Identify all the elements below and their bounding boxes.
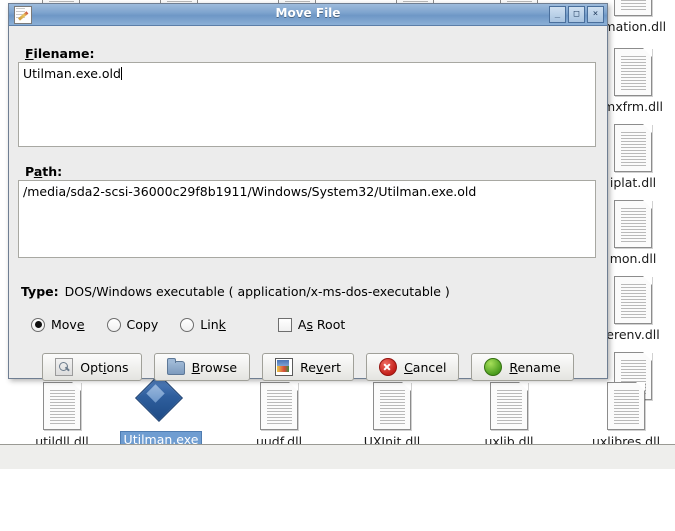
checkbox-as-root[interactable] (277, 317, 292, 332)
text-caret (120, 67, 122, 80)
document-icon (578, 378, 674, 430)
path-label: Path: (25, 164, 63, 179)
rename-button[interactable]: Rename (471, 353, 574, 381)
file-label: imation.dll (599, 19, 667, 34)
folder-icon (166, 358, 185, 375)
radio-move[interactable] (31, 317, 45, 332)
revert-button-label: Revert (300, 359, 342, 375)
document-icon (344, 378, 440, 430)
document-icon (231, 378, 327, 430)
file-item-utildll[interactable]: utildll.dll (14, 378, 110, 450)
option-link-label: Link (200, 317, 226, 332)
desktop-area (0, 469, 675, 531)
pencil-document-icon (14, 5, 32, 24)
file-type-value: DOS/Windows executable ( application/x-m… (64, 284, 450, 299)
option-as-root[interactable]: As Root (277, 317, 346, 332)
cancel-button[interactable]: Cancel (366, 353, 460, 381)
file-item-uxinit[interactable]: UXInit.dll (344, 378, 440, 450)
file-type-label: Type: (21, 284, 59, 299)
rename-button-label: Rename (509, 359, 561, 375)
file-item-utilman[interactable]: Utilman.exe (113, 373, 209, 448)
option-copy[interactable]: Copy (106, 317, 159, 332)
gem-icon (113, 373, 209, 428)
document-icon (14, 378, 110, 430)
browse-button[interactable]: Browse (153, 353, 251, 381)
file-manager-status-strip (0, 444, 675, 470)
operation-options: Move Copy Link As Root (31, 317, 367, 332)
close-button[interactable]: × (587, 6, 604, 23)
document-icon (461, 378, 557, 430)
option-link[interactable]: Link (180, 317, 226, 332)
file-label: erenv.dll (606, 327, 660, 342)
minimize-button[interactable]: _ (549, 6, 566, 23)
file-item-uudf[interactable]: uudf.dll (231, 378, 327, 450)
window-controls: _ □ × (549, 6, 604, 23)
revert-image-icon (275, 358, 294, 376)
maximize-button[interactable]: □ (568, 6, 585, 23)
revert-button[interactable]: Revert (262, 353, 355, 381)
option-move[interactable]: Move (31, 317, 85, 332)
browse-button-label: Browse (191, 359, 238, 375)
dialog-body: Filename: Utilman.exe.old Path: /media/s… (9, 26, 607, 381)
file-label: mon.dll (609, 251, 657, 266)
screen: imation.dll mxfrm.dll iplat.dll mon.dll … (0, 0, 675, 531)
path-input[interactable]: /media/sda2-scsi-36000c29f8b1911/Windows… (18, 180, 596, 258)
filename-value: Utilman.exe.old (23, 66, 121, 81)
options-button[interactable]: Options (42, 353, 142, 381)
filename-label: Filename: (25, 46, 95, 61)
radio-link[interactable] (180, 317, 195, 332)
green-circle-icon (484, 358, 503, 376)
magnifier-options-icon (55, 358, 74, 376)
file-type-row: Type: DOS/Windows executable ( applicatio… (21, 284, 450, 299)
file-label: iplat.dll (609, 175, 657, 190)
dialog-titlebar[interactable]: Move File _ □ × (9, 4, 607, 26)
cancel-button-label: Cancel (404, 359, 447, 375)
red-x-circle-icon (379, 358, 398, 376)
dialog-title: Move File (275, 6, 341, 20)
radio-copy[interactable] (106, 317, 121, 332)
file-item-uxlib[interactable]: uxlib.dll (461, 378, 557, 450)
options-button-label: Options (80, 359, 129, 375)
move-file-dialog: Move File _ □ × Filename: Utilman.exe.ol… (8, 3, 608, 381)
filename-input[interactable]: Utilman.exe.old (18, 62, 596, 147)
path-value: /media/sda2-scsi-36000c29f8b1911/Windows… (23, 184, 477, 199)
file-label: mxfrm.dll (603, 99, 663, 114)
file-item-uxlibres[interactable]: uxlibres.dll (578, 378, 674, 450)
option-as-root-label: As Root (297, 317, 346, 332)
dialog-action-buttons: Options Browse Revert Cancel Rename (9, 353, 607, 381)
option-move-label: Move (51, 317, 85, 332)
option-copy-label: Copy (126, 317, 159, 332)
